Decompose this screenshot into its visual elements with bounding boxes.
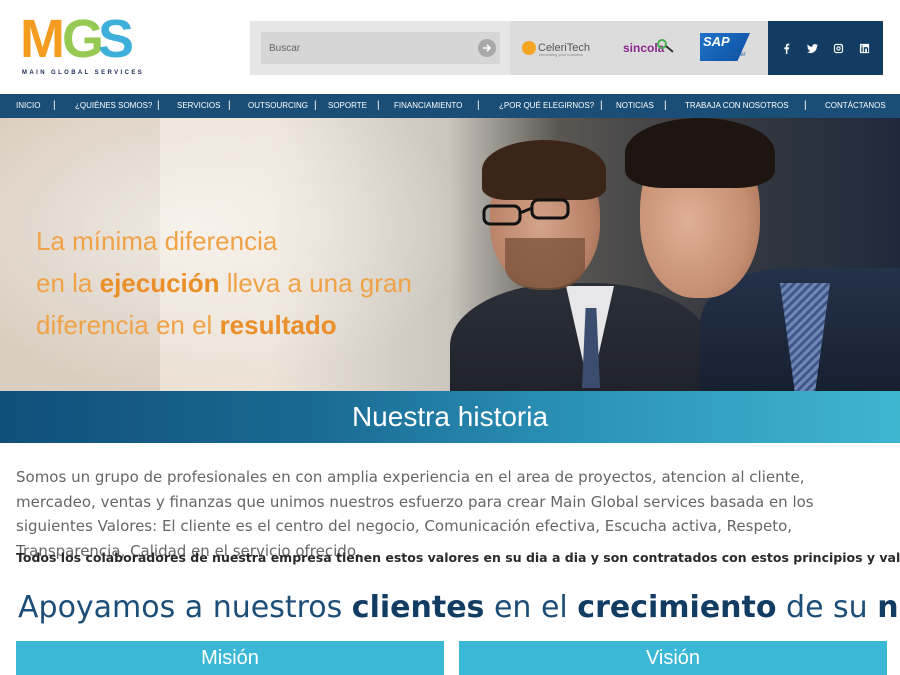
- nav-item-por-que-elegirnos[interactable]: ¿POR QUÉ ELEGIRNOS?: [499, 94, 594, 118]
- hero-headline: La mínima diferencia en la ejecución lle…: [36, 220, 412, 346]
- logo-letter-m: M: [20, 9, 65, 69]
- twitter-icon[interactable]: [805, 40, 821, 56]
- magnifier-handle: [665, 45, 674, 53]
- celeritech-logo[interactable]: CeleriTech innovating your business: [522, 21, 590, 75]
- nav-separator: |: [664, 100, 667, 111]
- nav-item-soporte[interactable]: SOPORTE: [328, 94, 367, 118]
- instagram-icon[interactable]: [830, 40, 846, 56]
- nav-item-outsourcing[interactable]: OUTSOURCING: [248, 94, 308, 118]
- partner-logos: CeleriTech innovating your business sinc…: [510, 21, 768, 75]
- hero-banner: La mínima diferencia en la ejecución lle…: [0, 118, 900, 391]
- logo-letters: M G S: [20, 9, 135, 69]
- nav-item-quienes-somos[interactable]: ¿QUIÉNES SOMOS?: [75, 94, 152, 118]
- section-title: Nuestra historia: [351, 401, 549, 432]
- arrow-right-icon: [483, 44, 492, 52]
- mision-button[interactable]: Misión: [16, 641, 444, 675]
- intro-paragraph: Somos un grupo de profesionales en con a…: [16, 468, 814, 560]
- nav-item-contactanos[interactable]: CONTÁCTANOS: [825, 94, 886, 118]
- hero-line-2: en la ejecución lleva a una gran: [36, 268, 412, 298]
- logo-letter-g: G: [61, 9, 104, 69]
- nav-item-servicios[interactable]: SERVICIOS: [177, 94, 220, 118]
- search-input[interactable]: [261, 32, 500, 64]
- sincola-logo[interactable]: sincola: [623, 21, 674, 75]
- social-links: [768, 21, 883, 75]
- celeritech-mark-icon: [522, 41, 536, 55]
- slogan-heading: Apoyamos a nuestros clientes en el creci…: [18, 590, 898, 625]
- logo-letter-s: S: [98, 9, 135, 69]
- nav-separator: |: [804, 100, 807, 111]
- section-banner: Nuestra historia: [0, 391, 900, 443]
- sap-partner-label: Partner: [726, 52, 746, 58]
- nav-separator: |: [314, 100, 317, 111]
- glasses-icon: [482, 198, 570, 226]
- nav-separator: |: [157, 100, 160, 111]
- mgs-logo[interactable]: M G S MAIN GLOBAL SERVICES: [20, 9, 142, 80]
- hero-person-1-beard: [505, 238, 585, 290]
- nav-item-trabaja-con-nosotros[interactable]: TRABAJA CON NOSOTROS: [685, 94, 789, 118]
- celeritech-tagline: innovating your business: [539, 52, 584, 57]
- nav-separator: |: [53, 100, 56, 111]
- sap-name: SAP: [703, 34, 730, 49]
- main-nav: INICIO | ¿QUIÉNES SOMOS? | SERVICIOS | O…: [0, 94, 900, 118]
- hero-person-1-hair: [482, 140, 606, 200]
- nav-item-noticias[interactable]: NOTICIAS: [616, 94, 654, 118]
- nav-item-inicio[interactable]: INICIO: [16, 94, 40, 118]
- sap-partner-logo[interactable]: SAP Partner: [700, 33, 750, 61]
- search-box: [250, 21, 510, 75]
- nav-separator: |: [600, 100, 603, 111]
- linkedin-icon[interactable]: [856, 40, 872, 56]
- search-submit-button[interactable]: [478, 39, 496, 57]
- site-header: M G S MAIN GLOBAL SERVICES CeleriTech in…: [0, 0, 900, 94]
- vision-button[interactable]: Visión: [459, 641, 887, 675]
- logo-tagline: MAIN GLOBAL SERVICES: [22, 70, 145, 76]
- hero-line-1: La mínima diferencia: [36, 226, 278, 256]
- nav-separator: |: [228, 100, 231, 111]
- nav-item-financiamiento[interactable]: FINANCIAMIENTO: [394, 94, 462, 118]
- hero-person-2-hair: [625, 118, 775, 188]
- hero-line-3: diferencia en el resultado: [36, 310, 337, 340]
- nav-separator: |: [377, 100, 380, 111]
- nav-separator: |: [477, 100, 480, 111]
- facebook-icon[interactable]: [779, 40, 795, 56]
- values-statement: Todos los colaboradores de nuestra empre…: [16, 550, 900, 565]
